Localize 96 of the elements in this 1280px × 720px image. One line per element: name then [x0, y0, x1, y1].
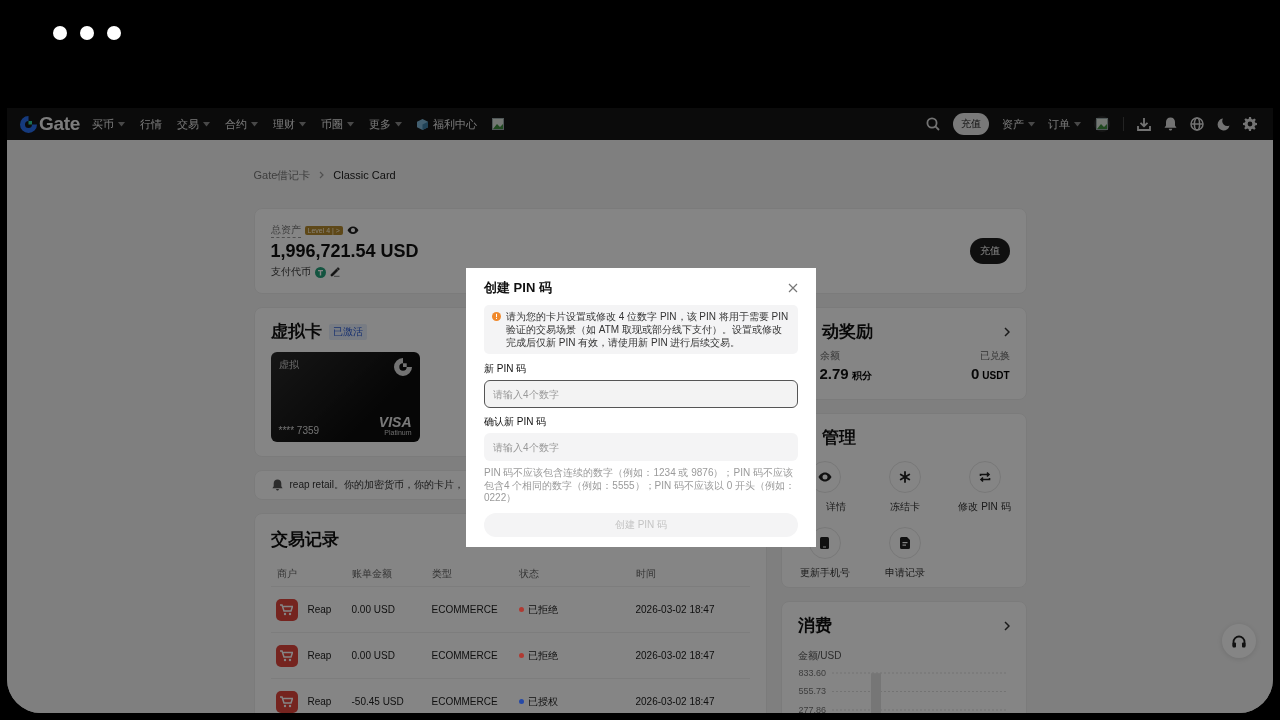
card-network: VISA — [378, 415, 412, 429]
balance-label: 余额 — [819, 349, 841, 363]
table-cell-text: ECOMMERCE — [431, 650, 499, 661]
payment-token-label: 支付代币 — [270, 265, 311, 279]
section-title: 交易记录 — [270, 529, 339, 551]
section-title: 管理 — [821, 427, 856, 449]
column-header: 状态 — [518, 567, 540, 581]
section-title: 动奖励 — [821, 321, 873, 343]
edit-icon[interactable] — [329, 267, 340, 277]
column-header: 账单金额 — [351, 567, 393, 581]
nav-link[interactable]: 合约 — [225, 116, 259, 132]
table-cell: Reap — [307, 696, 332, 707]
balance-value: 2.79 — [819, 365, 849, 382]
table-cell: 已拒绝 — [527, 602, 558, 617]
nav-dropdown[interactable]: 资产 — [1002, 116, 1035, 132]
axis-label: 金额/USD — [797, 649, 843, 663]
action-button[interactable]: 修改 PIN 码 — [958, 500, 1011, 514]
cart-icon — [275, 644, 298, 667]
field-label: 新 PIN 码 — [484, 362, 528, 376]
hint-text: PIN 码不应该包含连续的数字（例如：1234 或 9876）；PIN 码不应该包含4 个相同的数字（例如：5555）；PIN 码不应该以 0 开头（例如：0222） — [484, 467, 797, 505]
chevron-right-icon — [319, 171, 325, 179]
table-cell-text: 0.00 USD — [351, 604, 396, 615]
nav-link[interactable]: 理财 — [273, 116, 307, 132]
table-cell: 已拒绝 — [527, 648, 558, 663]
dialog-title: 创建 PIN 码 — [484, 279, 552, 297]
logo-icon — [393, 358, 412, 376]
table-cell-text: ECOMMERCE — [431, 604, 499, 615]
nav-link[interactable]: 更多 — [369, 116, 403, 132]
table-cell-text: ECOMMERCE — [431, 696, 499, 707]
table-cell: Reap — [307, 604, 332, 615]
table-cell: Reap — [307, 650, 332, 661]
window-dot — [107, 26, 121, 40]
search-icon[interactable] — [926, 117, 940, 131]
axis-tick: 555.73 — [798, 686, 826, 697]
close-icon[interactable] — [788, 283, 798, 293]
column-header: 时间 — [635, 567, 657, 581]
nav-link[interactable]: 买币 — [92, 116, 126, 132]
deposit-button[interactable]: 充值 — [953, 113, 989, 135]
notice-text: reap retail。你的加密货币，你的卡片， — [289, 478, 464, 492]
nav-link[interactable]: 交易 — [177, 116, 211, 132]
avatar-icon[interactable] — [1094, 116, 1110, 132]
section-title: 虚拟卡 — [270, 321, 322, 343]
table-cell-text: 0.00 USD — [351, 650, 396, 661]
action-button[interactable]: 更新手机号 — [799, 566, 850, 580]
field-label: 确认新 PIN 码 — [484, 415, 548, 429]
broken-image-icon — [492, 118, 505, 130]
section-title: 消费 — [797, 615, 832, 637]
nav-dropdown[interactable]: 订单 — [1048, 116, 1081, 132]
document-icon[interactable] — [888, 527, 921, 559]
redeemed-value: 0 — [970, 365, 980, 382]
chevron-right-icon[interactable] — [1003, 620, 1010, 631]
window-dot — [80, 26, 94, 40]
nav-link[interactable]: 行情 — [140, 116, 163, 132]
cart-icon — [275, 598, 298, 621]
headset-icon[interactable] — [1222, 624, 1256, 658]
table-cell-text: 2026-03-02 18:47 — [635, 696, 716, 707]
logo-icon — [20, 115, 37, 133]
bell-icon[interactable] — [1164, 117, 1177, 131]
column-header: 类型 — [431, 567, 453, 581]
nav-link[interactable]: 福利中心 — [433, 116, 478, 132]
nav-link[interactable]: 币圈 — [321, 116, 355, 132]
coin-icon — [314, 266, 326, 278]
action-button[interactable]: 申请记录 — [884, 566, 925, 580]
axis-tick: 277.86 — [798, 705, 826, 713]
card-number: **** 7359 — [278, 425, 320, 436]
table-cell: 已授权 — [527, 694, 558, 709]
snowflake-icon[interactable] — [888, 461, 921, 493]
cube-icon — [417, 118, 429, 130]
window-dot — [53, 26, 67, 40]
card-label: 虚拟 — [278, 358, 299, 372]
chevron-right-icon[interactable] — [1003, 326, 1010, 337]
table-cell-text: -50.45 USD — [351, 696, 405, 707]
redeemed-unit: USDT — [982, 370, 1010, 381]
gear-icon[interactable] — [1243, 117, 1257, 131]
table-cell-text: 2026-03-02 18:47 — [635, 604, 716, 615]
total-assets-amount: 1,996,721.54 USD — [270, 241, 420, 262]
table-cell-text: 2026-03-02 18:47 — [635, 650, 716, 661]
breadcrumb-link[interactable]: Classic Card — [333, 169, 396, 181]
pin-input-field[interactable]: 请输入4个数字 — [484, 433, 798, 461]
balance-unit: 积分 — [851, 370, 872, 381]
status-badge: 已激活 — [328, 323, 367, 340]
download-icon[interactable] — [1137, 117, 1151, 131]
swap-arrows-icon[interactable] — [968, 461, 1001, 493]
axis-tick: 833.60 — [798, 668, 826, 678]
redeemed-label: 已兑换 — [979, 349, 1010, 363]
moon-icon[interactable] — [1217, 117, 1230, 131]
globe-icon[interactable] — [1190, 117, 1204, 131]
info-text: 请为您的卡片设置或修改 4 位数字 PIN，该 PIN 将用于需要 PIN 验证的交易场景（如 ATM 取现或部分线下支付）。设置或修改完成后仅新 PIN 有效，请使用新 PIN 进行后续交易。 — [506, 310, 790, 349]
bell-icon — [271, 479, 283, 491]
column-header: 商户 — [275, 567, 298, 581]
action-button[interactable]: 冻结卡 — [889, 500, 920, 514]
warning-icon — [492, 312, 501, 321]
logo-text[interactable]: Gate — [39, 113, 81, 135]
deposit-button[interactable]: 充值 — [969, 238, 1010, 264]
total-assets-label: 总资产 — [270, 223, 301, 238]
pin-input-field[interactable]: 请输入4个数字 — [484, 380, 798, 408]
